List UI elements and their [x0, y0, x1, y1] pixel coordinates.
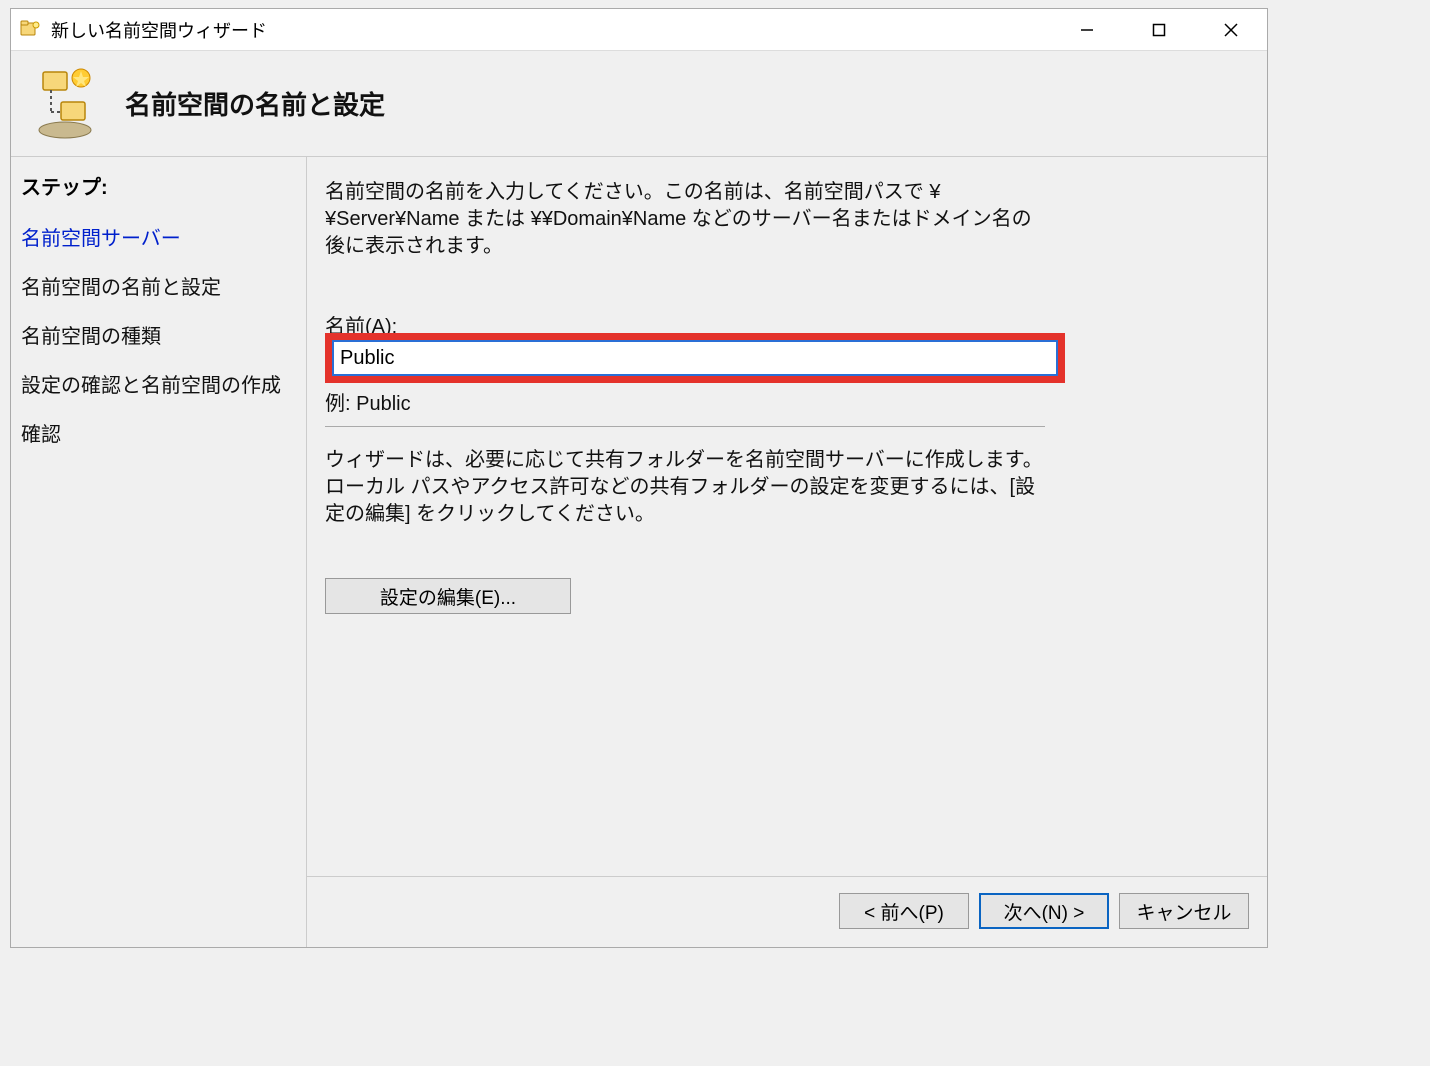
window-title: 新しい名前空間ウィザード [51, 17, 1051, 43]
namespace-name-input[interactable] [332, 340, 1058, 376]
close-button[interactable] [1195, 9, 1267, 50]
window-controls [1051, 9, 1267, 50]
page-title: 名前空間の名前と設定 [125, 85, 385, 122]
steps-heading: ステップ: [11, 167, 306, 212]
step-confirm[interactable]: 確認 [11, 408, 306, 457]
step-namespace-server[interactable]: 名前空間サーバー [11, 212, 306, 261]
cancel-button[interactable]: キャンセル [1119, 893, 1249, 929]
maximize-button[interactable] [1123, 9, 1195, 50]
step-review-create[interactable]: 設定の確認と名前空間の作成 [11, 359, 306, 408]
header-band: 名前空間の名前と設定 [11, 51, 1267, 157]
step-namespace-type[interactable]: 名前空間の種類 [11, 310, 306, 359]
body: ステップ: 名前空間サーバー 名前空間の名前と設定 名前空間の種類 設定の確認と… [11, 157, 1267, 947]
intro-text: 名前空間の名前を入力してください。この名前は、名前空間パスで ¥¥Server¥… [325, 179, 1045, 260]
name-input-highlight [325, 333, 1065, 383]
steps-sidebar: ステップ: 名前空間サーバー 名前空間の名前と設定 名前空間の種類 設定の確認と… [11, 157, 307, 947]
section-divider [325, 426, 1045, 427]
settings-desc-text: ウィザードは、必要に応じて共有フォルダーを名前空間サーバーに作成します。ローカル… [325, 447, 1045, 528]
edit-settings-button[interactable]: 設定の編集(E)... [325, 578, 571, 614]
step-name-settings[interactable]: 名前空間の名前と設定 [11, 261, 306, 310]
main-panel: 名前空間の名前を入力してください。この名前は、名前空間パスで ¥¥Server¥… [307, 157, 1267, 947]
footer-divider [307, 876, 1267, 877]
name-example-text: 例: Public [325, 387, 1249, 416]
titlebar: 新しい名前空間ウィザード [11, 9, 1267, 51]
wizard-footer: < 前へ(P) 次へ(N) > キャンセル [839, 893, 1249, 929]
wizard-app-icon [19, 19, 41, 41]
wizard-window: 新しい名前空間ウィザード 名前空間の名前と設定 [10, 8, 1268, 948]
next-button[interactable]: 次へ(N) > [979, 893, 1109, 929]
back-button[interactable]: < 前へ(P) [839, 893, 969, 929]
minimize-button[interactable] [1051, 9, 1123, 50]
namespace-header-icon [29, 68, 101, 140]
